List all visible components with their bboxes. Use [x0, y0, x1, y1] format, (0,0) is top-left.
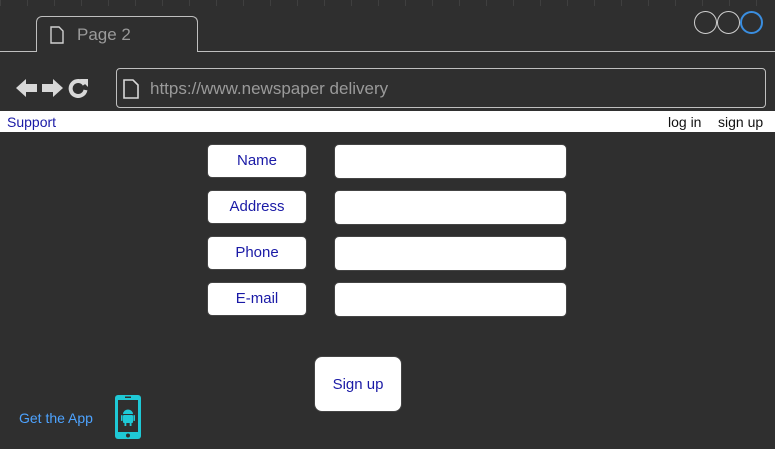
- browser-tab[interactable]: Page 2: [36, 16, 198, 52]
- link-bar: Support log in sign up: [0, 111, 775, 132]
- window-button-2[interactable]: [717, 11, 740, 34]
- address-bar[interactable]: https://www.newspaper delivery: [116, 68, 766, 108]
- phone-field[interactable]: [334, 236, 567, 271]
- phone-label: Phone: [207, 236, 307, 270]
- name-label: Name: [207, 144, 307, 178]
- login-link[interactable]: log in: [668, 114, 701, 130]
- tab-title: Page 2: [77, 25, 131, 44]
- top-ruler: [0, 0, 775, 6]
- address-field[interactable]: [334, 190, 567, 225]
- back-arrow-icon[interactable]: [16, 78, 38, 98]
- page-icon: [123, 79, 139, 99]
- forward-arrow-icon[interactable]: [41, 78, 63, 98]
- email-field[interactable]: [334, 282, 567, 317]
- reload-icon[interactable]: [68, 78, 88, 98]
- signup-link[interactable]: sign up: [718, 114, 763, 130]
- get-the-app-link[interactable]: Get the App: [19, 410, 93, 426]
- window-button-1[interactable]: [694, 11, 717, 34]
- browser-chrome: Page 2 https://www.newspaper delivery: [0, 0, 775, 111]
- page-icon: [50, 26, 64, 44]
- window-button-3[interactable]: [740, 11, 763, 34]
- android-phone-icon[interactable]: [114, 394, 142, 440]
- email-label: E-mail: [207, 282, 307, 316]
- address-label: Address: [207, 190, 307, 224]
- support-link[interactable]: Support: [7, 114, 56, 130]
- url-text: https://www.newspaper delivery: [150, 79, 389, 98]
- sign-up-button[interactable]: Sign up: [314, 356, 402, 412]
- name-field[interactable]: [334, 144, 567, 179]
